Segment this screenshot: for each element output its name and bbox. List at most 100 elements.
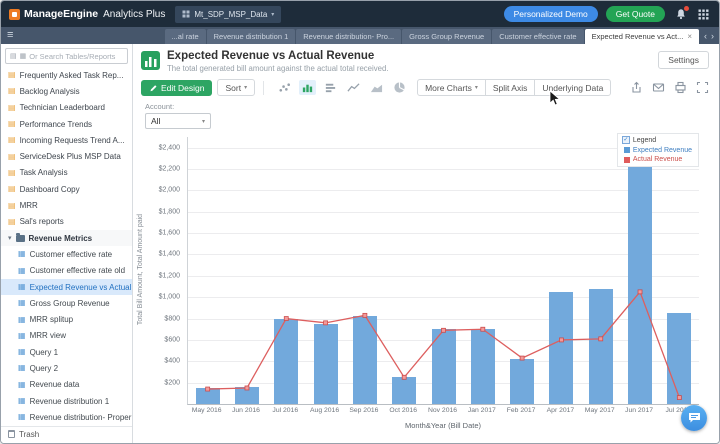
chevron-left-icon[interactable]: ‹ — [704, 31, 707, 41]
line-marker — [676, 395, 682, 400]
share-icon[interactable] — [630, 81, 643, 94]
sidebar-item-label: Dashboard Copy — [19, 184, 80, 194]
sidebar-subitem-customer-effective-rate-old[interactable]: ▦ Customer effective rate old — [1, 263, 132, 279]
legend-swatch — [623, 156, 630, 163]
tab-revenue-distribution-pro[interactable]: Revenue distribution- Pro... — [296, 29, 402, 44]
sidebar-subitem-expected-revenue-vs-actual[interactable]: ▦ Expected Revenue vs Actual... — [1, 278, 132, 296]
sidebar-item-backlog-analysis[interactable]: ▤ Backlog Analysis — [1, 83, 132, 99]
sidebar-item-dashboard-copy[interactable]: ▤ Dashboard Copy — [1, 181, 132, 197]
workspace-selector[interactable]: Mt_SDP_MSP_Data ▾ — [175, 5, 282, 23]
sidebar-subitem-query-1[interactable]: ▦ Query 1 — [1, 344, 132, 360]
tab-gross-group-revenue[interactable]: Gross Group Revenue — [402, 29, 492, 44]
line-marker — [519, 355, 525, 361]
sort-button[interactable]: Sort ▾ — [217, 79, 256, 96]
sidebar-item-performance-trends[interactable]: ▤ Performance Trends — [1, 116, 132, 132]
sidebar-subitem-query-2[interactable]: ▦ Query 2 — [1, 360, 132, 376]
report-doc-icon: ▤ — [8, 167, 16, 177]
y-tick-label: $400 — [164, 357, 180, 365]
tab-expected-revenue-vs-act[interactable]: Expected Revenue vs Act... × — [584, 29, 699, 44]
print-icon[interactable] — [674, 81, 687, 94]
notification-badge — [684, 5, 689, 11]
pie-chart-icon[interactable] — [391, 80, 408, 95]
line-marker — [323, 320, 328, 326]
report-chart-icon: ▦ — [18, 314, 26, 324]
bar-chart-icon[interactable] — [322, 80, 339, 95]
report-chart-icon: ▦ — [18, 412, 26, 422]
legend-entry-actual-revenue[interactable]: Actual Revenue — [622, 156, 692, 163]
sidebar-item-technician-leaderboard[interactable]: ▤ Technician Leaderboard — [1, 100, 132, 116]
settings-button[interactable]: Settings — [658, 51, 709, 69]
chevron-down-icon: ▾ — [271, 11, 275, 18]
legend-title: Legend — [632, 136, 657, 144]
more-charts-button[interactable]: More Charts ▾ — [417, 79, 486, 96]
column-chart-icon[interactable] — [299, 80, 317, 95]
brand-name: ManageEngine — [24, 8, 99, 20]
chevron-right-icon[interactable]: › — [711, 31, 714, 41]
legend-swatch — [623, 147, 630, 153]
get-quote-button[interactable]: Get Quote — [605, 6, 665, 22]
sidebar-item-label: Task Analysis — [19, 168, 68, 178]
personalized-demo-button[interactable]: Personalized Demo — [503, 6, 598, 22]
sidebar-item-incoming-requests-trend-a[interactable]: ▤ Incoming Requests Trend A... — [1, 132, 132, 148]
underlying-data-button[interactable]: Underlying Data — [534, 79, 612, 96]
tab-al-rate[interactable]: ...al rate — [164, 29, 206, 44]
report-title-block: Expected Revenue vs Actual Revenue The t… — [167, 50, 388, 73]
workspace-name: Mt_SDP_MSP_Data — [194, 9, 268, 19]
mail-icon[interactable] — [652, 81, 665, 94]
account-filter-label: Account: — [145, 102, 175, 111]
x-tick-label: Jan 2017 — [467, 407, 496, 414]
account-filter-select[interactable]: All ▾ — [145, 113, 211, 129]
sidebar-subitem-label: MRR view — [29, 331, 67, 341]
report-doc-icon: ▤ — [8, 216, 16, 226]
sidebar-item-trash[interactable]: Trash — [1, 425, 132, 442]
sidebar-item-task-analysis[interactable]: ▤ Task Analysis — [1, 165, 132, 181]
legend-entry-expected-revenue[interactable]: Expected Revenue — [622, 147, 692, 154]
sidebar-item-label: Backlog Analysis — [19, 86, 80, 96]
line-chart-icon[interactable] — [345, 80, 362, 95]
scatter-chart-icon[interactable] — [276, 80, 293, 95]
split-axis-button[interactable]: Split Axis — [484, 79, 536, 96]
sidebar-search[interactable]: ▤ ▦ — [5, 48, 128, 64]
edit-design-button[interactable]: Edit Design — [141, 79, 213, 96]
bell-icon[interactable] — [673, 5, 689, 22]
tab-revenue-distribution-1[interactable]: Revenue distribution 1 — [206, 29, 296, 44]
sidebar-subitem-customer-effective-rate[interactable]: ▦ Customer effective rate — [1, 246, 132, 262]
x-tick-label: Oct 2016 — [389, 407, 417, 414]
sidebar-item-label: Incoming Requests Trend A... — [19, 135, 125, 145]
chevron-down-icon: ▾ — [201, 118, 205, 125]
report-header: Expected Revenue vs Actual Revenue The t… — [133, 44, 719, 76]
search-input[interactable] — [29, 51, 123, 61]
area-chart-icon[interactable] — [368, 80, 385, 95]
chat-fab-button[interactable] — [681, 405, 707, 431]
sidebar-subitem-revenue-distribution-1[interactable]: ▦ Revenue distribution 1 — [1, 393, 132, 409]
report-chart-icon: ▦ — [18, 249, 26, 259]
tab-customer-effective-rate[interactable]: Customer effective rate — [492, 29, 584, 44]
filter-row: Account: All ▾ — [133, 101, 719, 131]
tab-strip: ≡ ...al rate Revenue distribution 1 Revenu… — [1, 27, 719, 44]
manageengine-logo-icon — [9, 8, 20, 20]
tab-scroll-controls: ‹ › — [699, 27, 719, 44]
sidebar-item-mrr[interactable]: ▤ MRR — [1, 197, 132, 213]
sidebar-folder-revenue-metrics[interactable]: ▾ Revenue Metrics — [1, 229, 132, 247]
sidebar-subitem-revenue-distribution-proper[interactable]: ▦ Revenue distribution- Proper — [1, 409, 132, 425]
sidebar-subitem-gross-group-revenue[interactable]: ▦ Gross Group Revenue — [1, 295, 132, 311]
sidebar-item-frequently-asked-task-rep[interactable]: ▤ Frequently Asked Task Rep... — [1, 67, 132, 83]
toolbar: Edit Design Sort ▾ More Charts ▾ Split A… — [133, 76, 719, 101]
report-chart-icon: ▦ — [18, 379, 26, 389]
fullscreen-icon[interactable] — [696, 81, 709, 94]
report-chart-icon: ▦ — [18, 363, 26, 373]
tab-close-icon[interactable]: × — [687, 32, 692, 41]
report-chart-icon: ▦ — [18, 265, 26, 275]
legend-checkbox[interactable]: ✓ — [621, 136, 630, 144]
hamburger-menu-icon[interactable]: ≡ — [7, 27, 13, 44]
legend-box: ✓ Legend Expected Revenue Actual Revenue — [616, 133, 699, 167]
sidebar-subitem-revenue-data[interactable]: ▦ Revenue data — [1, 377, 132, 393]
sidebar-item-servicedesk-plus-msp-data[interactable]: ▤ ServiceDesk Plus MSP Data — [1, 148, 132, 164]
line-marker — [244, 385, 250, 391]
sidebar-subitem-mrr-splitup[interactable]: ▦ MRR splitup — [1, 311, 132, 327]
report-doc-icon: ▤ — [8, 184, 16, 194]
apps-grid-icon[interactable] — [696, 7, 711, 22]
sidebar-item-sal-s-reports[interactable]: ▤ Sal's reports — [1, 214, 132, 230]
tab-label: ...al rate — [171, 32, 199, 41]
sidebar-subitem-mrr-view[interactable]: ▦ MRR view — [1, 328, 132, 344]
